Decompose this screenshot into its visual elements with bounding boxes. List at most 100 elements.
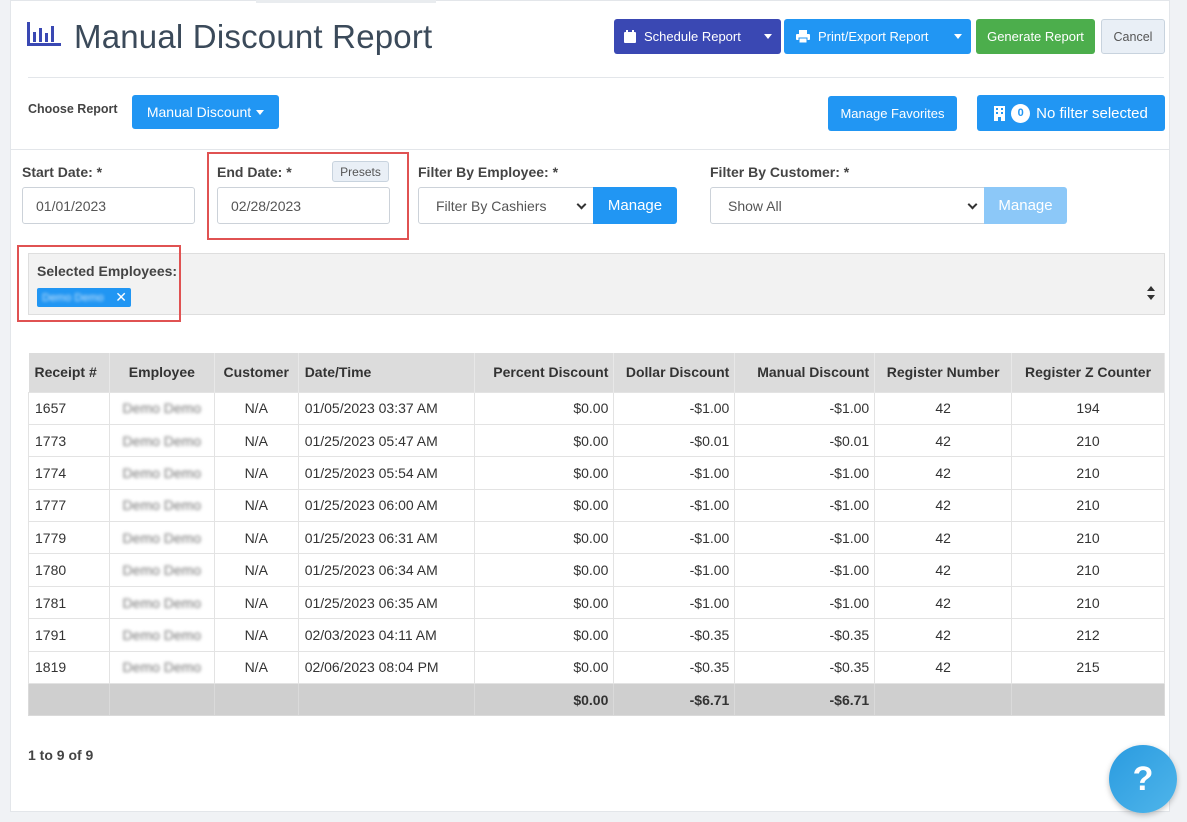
cancel-button[interactable]: Cancel: [1101, 19, 1165, 54]
dollar-discount-cell: -$1.00: [613, 521, 736, 555]
table-row[interactable]: 1773 Demo Demo N/A 01/25/2023 05:47 AM $0.00…: [28, 423, 1165, 458]
manage-customers-button[interactable]: Manage: [984, 187, 1067, 224]
choose-report-label: Choose Report: [28, 102, 118, 116]
column-header[interactable]: Date/Time: [298, 353, 476, 392]
table-row[interactable]: 1781 Demo Demo N/A 01/25/2023 06:35 AM $0.00…: [28, 585, 1165, 620]
register-number-cell: 42: [874, 521, 1013, 555]
manual-discount-cell: -$0.01: [734, 423, 876, 458]
calendar-icon: [624, 30, 636, 43]
employee-cell: Demo Demo: [108, 456, 215, 490]
register-number-cell: 42: [874, 553, 1013, 587]
total-cell: [874, 683, 1013, 717]
filter-selector-button[interactable]: 0 No filter selected: [977, 95, 1165, 131]
bar-chart-icon: [27, 22, 61, 46]
tab-indicator: [256, 0, 436, 3]
z-counter-cell: 212: [1011, 618, 1165, 652]
receipt-cell: 1819: [28, 650, 110, 685]
total-cell: [28, 683, 110, 717]
customer-cell: N/A: [213, 585, 299, 620]
customer-cell: N/A: [213, 618, 299, 652]
highlight-box-selected-employees: [17, 245, 181, 322]
table-row[interactable]: 1780 Demo Demo N/A 01/25/2023 06:34 AM $0.00…: [28, 553, 1165, 587]
report-table: Receipt # Employee Customer Date/Time Pe…: [28, 353, 1165, 717]
employee-cell: Demo Demo: [108, 585, 215, 620]
print-icon: [796, 30, 810, 43]
help-button[interactable]: ?: [1109, 745, 1177, 813]
z-counter-cell: 210: [1011, 585, 1165, 620]
print-export-button[interactable]: Print/Export Report: [784, 19, 971, 54]
receipt-cell: 1774: [28, 456, 110, 490]
percent-discount-cell: $0.00: [474, 521, 615, 555]
manage-employees-button[interactable]: Manage: [593, 187, 677, 224]
customer-cell: N/A: [213, 521, 299, 555]
percent-discount-cell: $0.00: [474, 650, 615, 685]
column-header[interactable]: Receipt #: [28, 353, 110, 392]
employee-filter-value: Filter By Cashiers: [436, 197, 547, 214]
column-header[interactable]: Manual Discount: [734, 353, 876, 392]
table-row[interactable]: 1774 Demo Demo N/A 01/25/2023 05:54 AM $0.00…: [28, 456, 1165, 490]
percent-discount-cell: $0.00: [474, 585, 615, 620]
column-header[interactable]: Percent Discount: [474, 353, 615, 392]
percent-discount-cell: $0.00: [474, 618, 615, 652]
receipt-cell: 1773: [28, 423, 110, 458]
table-row[interactable]: 1777 Demo Demo N/A 01/25/2023 06:00 AM $0.00…: [28, 488, 1165, 523]
print-dropdown-toggle[interactable]: [944, 19, 971, 54]
receipt-cell: 1791: [28, 618, 110, 652]
dollar-discount-cell: -$0.35: [613, 618, 736, 652]
datetime-cell: 01/25/2023 06:34 AM: [297, 553, 476, 587]
customer-filter-select[interactable]: Show All: [710, 187, 985, 224]
manual-discount-cell: -$1.00: [734, 488, 876, 523]
datetime-cell: 02/03/2023 04:11 AM: [297, 618, 476, 652]
manage-favorites-button[interactable]: Manage Favorites: [828, 96, 957, 131]
column-header[interactable]: Customer: [214, 353, 299, 392]
manual-discount-cell: -$1.00: [734, 521, 876, 555]
receipt-cell: 1657: [28, 391, 110, 425]
column-header[interactable]: Register Number: [874, 353, 1013, 392]
selected-employees-box[interactable]: Selected Employees: Demo Demo ✕: [28, 253, 1165, 315]
pagination-info: 1 to 9 of 9: [28, 747, 94, 763]
customer-filter-value: Show All: [728, 197, 782, 214]
column-header[interactable]: Register Z Counter: [1011, 353, 1165, 392]
z-counter-cell: 194: [1011, 391, 1165, 425]
report-select-button[interactable]: Manual Discount: [132, 95, 279, 129]
datetime-cell: 02/06/2023 08:04 PM: [297, 650, 476, 685]
print-export-label: Print/Export Report: [818, 29, 929, 44]
column-header[interactable]: Dollar Discount: [613, 353, 736, 392]
column-header[interactable]: Employee: [109, 353, 215, 392]
dollar-discount-cell: -$0.01: [613, 423, 736, 458]
table-row[interactable]: 1819 Demo Demo N/A 02/06/2023 08:04 PM $0.00…: [28, 650, 1165, 685]
employee-cell: Demo Demo: [108, 423, 215, 458]
manual-discount-cell: -$0.35: [734, 650, 876, 685]
register-number-cell: 42: [874, 585, 1013, 620]
generate-report-button[interactable]: Generate Report: [976, 19, 1095, 54]
z-counter-cell: 210: [1011, 488, 1165, 523]
table-row[interactable]: 1657 Demo Demo N/A 01/05/2023 03:37 AM $0.00…: [28, 391, 1165, 425]
start-date-input[interactable]: 01/01/2023: [22, 187, 195, 224]
schedule-report-button[interactable]: Schedule Report: [614, 19, 781, 54]
total-cell: [108, 683, 215, 717]
total-cell: -$6.71: [613, 683, 736, 717]
dollar-discount-cell: -$0.35: [613, 650, 736, 685]
z-counter-cell: 210: [1011, 423, 1165, 458]
register-number-cell: 42: [874, 391, 1013, 425]
customer-cell: N/A: [213, 423, 299, 458]
table-row[interactable]: 1791 Demo Demo N/A 02/03/2023 04:11 AM $0.00…: [28, 618, 1165, 652]
scroll-arrows-icon[interactable]: [1146, 282, 1156, 304]
datetime-cell: 01/25/2023 06:31 AM: [297, 521, 476, 555]
percent-discount-cell: $0.00: [474, 391, 615, 425]
employee-filter-select[interactable]: Filter By Cashiers: [418, 187, 594, 224]
employee-cell: Demo Demo: [108, 553, 215, 587]
table-row[interactable]: 1779 Demo Demo N/A 01/25/2023 06:31 AM $0.00…: [28, 521, 1165, 555]
total-cell: [297, 683, 476, 717]
chevron-down-icon: [576, 199, 587, 210]
receipt-cell: 1781: [28, 585, 110, 620]
manual-discount-cell: -$1.00: [734, 553, 876, 587]
manual-discount-cell: -$1.00: [734, 391, 876, 425]
schedule-dropdown-toggle[interactable]: [754, 19, 781, 54]
register-number-cell: 42: [874, 650, 1013, 685]
filter-count-badge: 0: [1011, 103, 1031, 123]
datetime-cell: 01/25/2023 06:35 AM: [297, 585, 476, 620]
customer-cell: N/A: [213, 553, 299, 587]
employee-cell: Demo Demo: [108, 488, 215, 523]
highlight-box-end-date: [207, 152, 409, 240]
